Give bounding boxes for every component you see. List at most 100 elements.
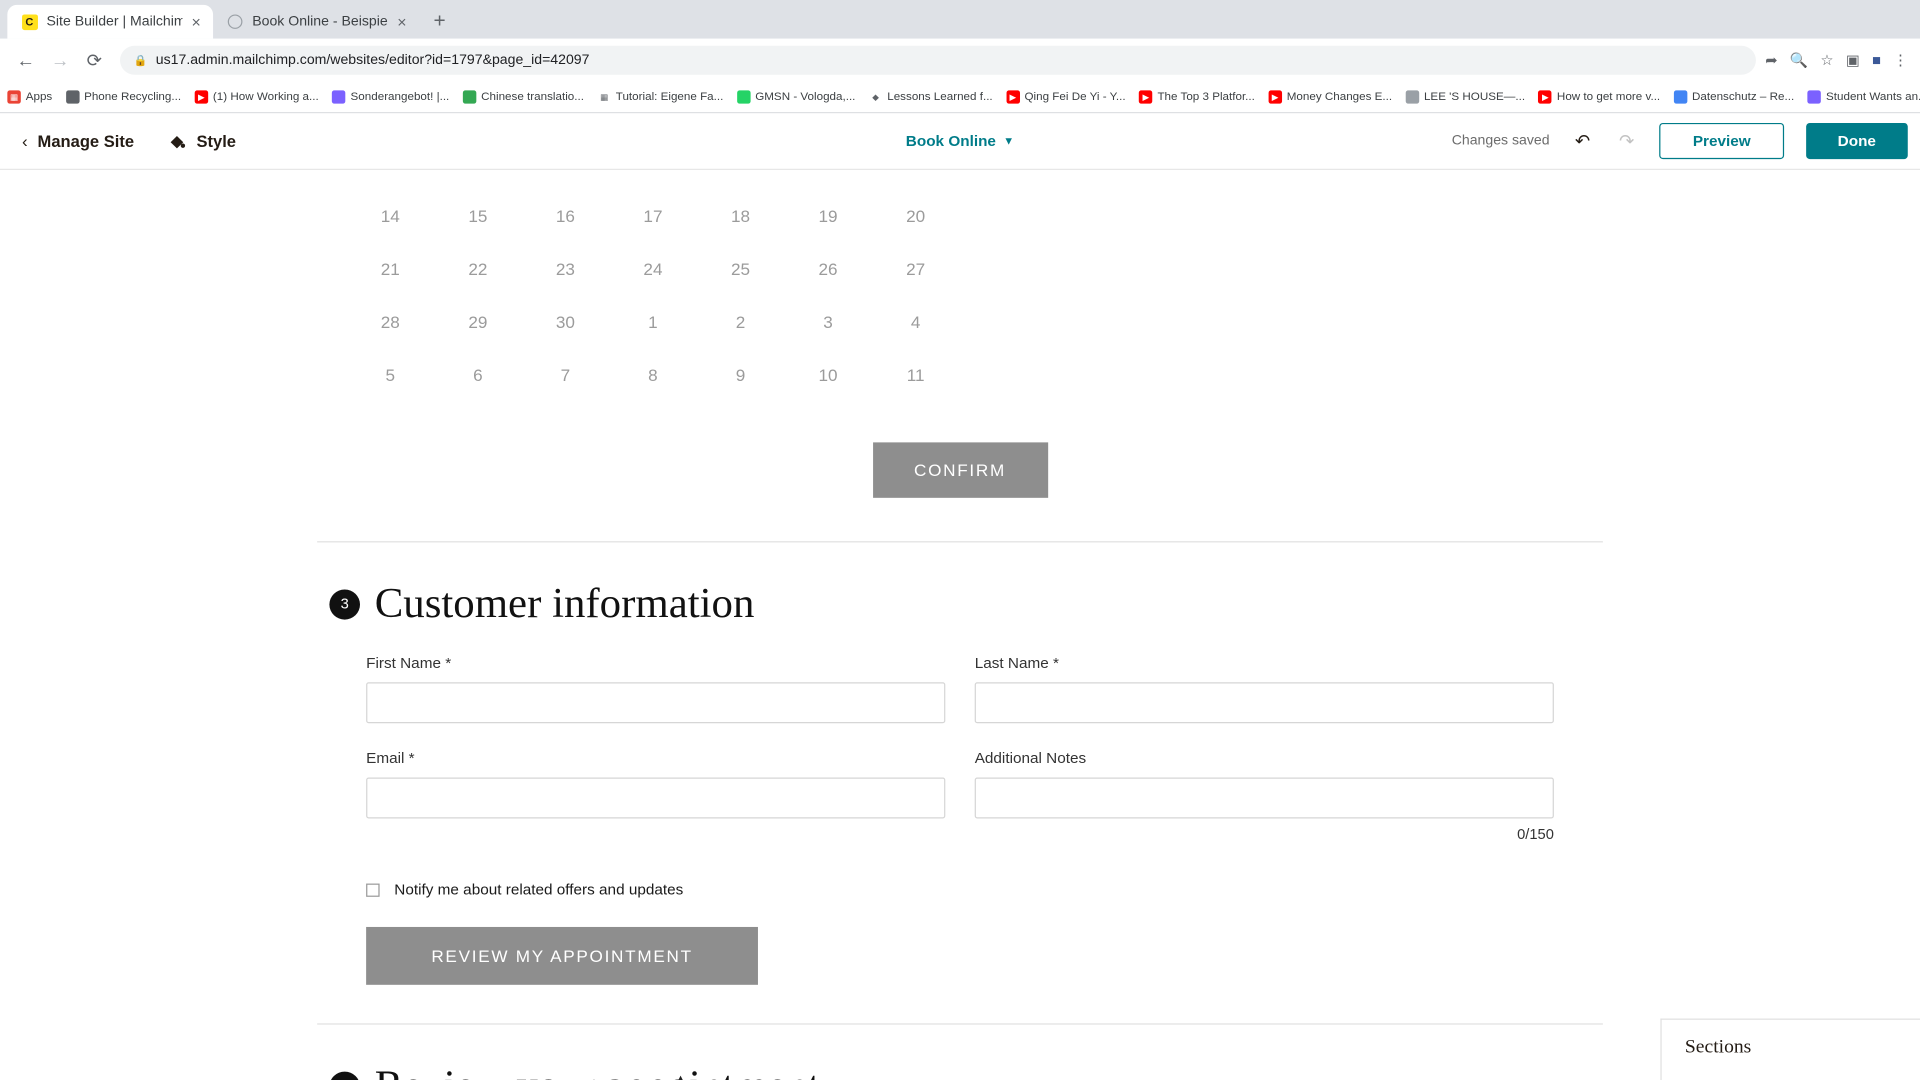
calendar-day[interactable]: 1 [609, 295, 697, 348]
bookmark-label: GMSN - Vologda,... [755, 90, 856, 104]
calendar-day[interactable]: 11 [872, 348, 960, 401]
section-4-header: 4 Review your appointment [317, 1062, 1603, 1080]
grid-icon: ▦ [597, 90, 611, 104]
bookmark-label: Sonderangebot! |... [350, 90, 450, 104]
calendar-day[interactable]: 19 [784, 189, 872, 242]
bookmark-item[interactable]: Student Wants an... [1807, 90, 1920, 104]
sections-panel[interactable]: Sections [1660, 1018, 1920, 1080]
calendar-day[interactable]: 3 [784, 295, 872, 348]
last-name-label: Last Name * [974, 654, 1059, 672]
star-icon[interactable]: ☆ [1820, 52, 1833, 69]
bookmark-label: Phone Recycling... [84, 90, 182, 104]
calendar-day[interactable]: 18 [697, 189, 785, 242]
notify-checkbox[interactable] [366, 882, 380, 897]
calendar-day[interactable]: 17 [609, 189, 697, 242]
section-3-header: 3 Customer information [317, 580, 1603, 628]
additional-notes-field-group: Additional Notes 0/150 [974, 750, 1554, 843]
additional-notes-input[interactable] [974, 777, 1554, 819]
bookmark-item[interactable]: ◆ Lessons Learned f... [868, 90, 993, 104]
bookmark-item[interactable]: LEE 'S HOUSE—... [1405, 90, 1525, 104]
calendar-day[interactable]: 29 [434, 295, 522, 348]
reload-icon[interactable]: ⟳ [78, 45, 110, 76]
review-my-appointment-button[interactable]: REVIEW MY APPOINTMENT [366, 926, 758, 985]
calendar-day[interactable]: 10 [784, 348, 872, 401]
calendar-day[interactable]: 6 [434, 348, 522, 401]
bookmark-item[interactable]: ▶ Qing Fei De Yi - Y... [1006, 90, 1126, 104]
bookmark-item[interactable]: ▶ How to get more v... [1538, 90, 1660, 104]
close-icon[interactable]: × [397, 14, 406, 30]
first-name-label: First Name * [366, 654, 452, 672]
bookmark-item[interactable]: ▶ Money Changes E... [1268, 90, 1393, 104]
calendar-day[interactable]: 24 [609, 242, 697, 295]
page-icon [1807, 90, 1822, 104]
page-selector-label: Book Online [905, 132, 996, 150]
browser-tab-site-builder[interactable]: C Site Builder | Mailchimp × [7, 4, 214, 39]
manage-site-button[interactable]: ‹ Manage Site [22, 131, 134, 150]
bookmark-item[interactable]: Chinese translatio... [462, 90, 584, 104]
forward-icon[interactable]: → [44, 45, 76, 76]
last-name-input[interactable] [974, 682, 1554, 724]
calendar-day[interactable]: 20 [872, 189, 960, 242]
calendar-day[interactable]: 16 [522, 189, 610, 242]
preview-button[interactable]: Preview [1659, 122, 1784, 160]
facebook-icon[interactable]: ■ [1872, 52, 1881, 69]
calendar-day[interactable]: 21 [347, 242, 435, 295]
manage-site-label: Manage Site [37, 131, 135, 151]
calendar-day[interactable]: 9 [697, 348, 785, 401]
tab-title: Site Builder | Mailchimp [46, 14, 183, 29]
calendar-day[interactable]: 23 [522, 242, 610, 295]
chevron-down-icon: ▼ [1003, 135, 1015, 148]
calendar-day[interactable]: 14 [347, 189, 435, 242]
calendar-day[interactable]: 2 [697, 295, 785, 348]
save-status: Changes saved [1451, 133, 1550, 149]
address-bar[interactable]: 🔒 us17.admin.mailchimp.com/websites/edit… [120, 45, 1756, 75]
calendar-day[interactable]: 30 [522, 295, 610, 348]
confirm-button[interactable]: CONFIRM [872, 442, 1048, 498]
style-button[interactable]: Style [168, 132, 236, 150]
calendar-day[interactable]: 8 [609, 348, 697, 401]
bookmark-item[interactable]: ▦ Apps [7, 90, 52, 104]
close-icon[interactable]: × [192, 14, 201, 30]
bookmark-label: The Top 3 Platfor... [1157, 90, 1255, 104]
bookmark-item[interactable]: Phone Recycling... [65, 90, 182, 104]
paint-bucket-icon [168, 132, 186, 150]
search-icon[interactable]: 🔍 [1790, 52, 1808, 69]
bookmark-label: Money Changes E... [1286, 90, 1393, 104]
redo-arrow-icon[interactable]: ↷ [1616, 130, 1638, 151]
tab-strip: C Site Builder | Mailchimp × Book Online… [0, 0, 1920, 39]
whatsapp-icon [736, 90, 751, 104]
browser-window: C Site Builder | Mailchimp × Book Online… [0, 0, 1920, 1080]
calendar-day[interactable]: 7 [522, 348, 610, 401]
first-name-input[interactable] [366, 682, 946, 724]
back-icon[interactable]: ← [10, 45, 42, 76]
bookmark-item[interactable]: ▶ (1) How Working a... [194, 90, 319, 104]
calendar-day[interactable]: 25 [697, 242, 785, 295]
extension-icon[interactable]: ▣ [1846, 52, 1860, 69]
bookmark-item[interactable]: Sonderangebot! |... [332, 90, 450, 104]
char-counter: 0/150 [1517, 825, 1554, 843]
share-icon[interactable]: ➦ [1765, 52, 1777, 69]
bookmark-item[interactable]: GMSN - Vologda,... [736, 90, 856, 104]
bookmark-item[interactable]: ▦ Tutorial: Eigene Fa... [597, 90, 723, 104]
page-selector[interactable]: Book Online ▼ [906, 133, 1014, 150]
bookmark-item[interactable]: Datenschutz – Re... [1673, 90, 1794, 104]
notify-checkbox-row[interactable]: Notify me about related offers and updat… [317, 881, 1603, 898]
new-tab-button[interactable]: + [424, 6, 456, 37]
calendar-day[interactable]: 4 [872, 295, 960, 348]
done-button[interactable]: Done [1805, 122, 1908, 160]
calendar-day[interactable]: 22 [434, 242, 522, 295]
section-title: Review your appointment [375, 1062, 820, 1080]
email-input[interactable] [366, 777, 946, 819]
calendar-day[interactable]: 26 [784, 242, 872, 295]
browser-tab-book-online[interactable]: Book Online - Beispiel Websei × [213, 5, 419, 39]
undo-arrow-icon[interactable]: ↶ [1572, 130, 1594, 151]
menu-icon[interactable]: ⋮ [1893, 52, 1908, 69]
calendar-day[interactable]: 28 [347, 295, 435, 348]
calendar-day[interactable]: 5 [347, 348, 435, 401]
calendar-day[interactable]: 27 [872, 242, 960, 295]
calendar-day[interactable]: 15 [434, 189, 522, 242]
style-label: Style [196, 131, 237, 151]
bookmark-item[interactable]: ▶ The Top 3 Platfor... [1139, 90, 1255, 104]
builder-toolbar-left: ‹ Manage Site Style [22, 131, 236, 150]
confirm-button-wrap: CONFIRM [317, 442, 1603, 498]
